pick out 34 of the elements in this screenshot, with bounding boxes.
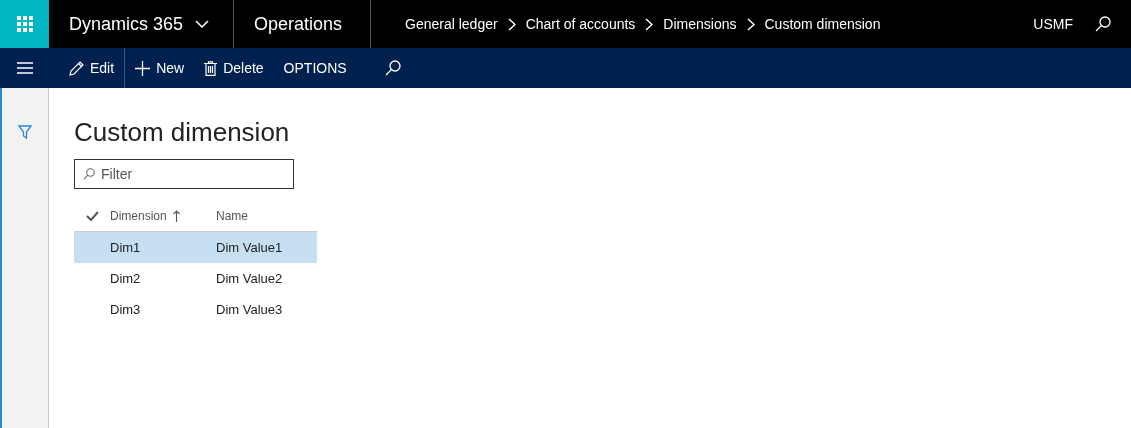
- breadcrumb-link[interactable]: General ledger: [405, 13, 498, 35]
- filter-field[interactable]: Filter: [74, 159, 294, 189]
- table-cell-text: Dim Value2: [216, 269, 284, 288]
- search-icon[interactable]: [384, 60, 401, 76]
- grid-icon: [16, 16, 33, 32]
- chevron-right-icon: [507, 17, 516, 31]
- delete-button[interactable]: Delete: [194, 48, 274, 88]
- plus-icon: [135, 60, 151, 76]
- breadcrumb-link[interactable]: Chart of accounts: [525, 13, 636, 35]
- table-cell-text: Dim2: [110, 269, 142, 288]
- company-label: USMF: [1033, 14, 1074, 34]
- menu-icon[interactable]: [16, 62, 33, 74]
- chevron-right-icon: [746, 17, 755, 31]
- chevron-down-icon: [195, 20, 210, 28]
- trash-icon: [204, 60, 218, 76]
- column-header[interactable]: Name: [216, 207, 317, 225]
- pencil-icon: [69, 60, 84, 76]
- options-button[interactable]: OPTIONS: [273, 48, 357, 88]
- table-row[interactable]: Dim1 Dim Value1: [74, 232, 317, 263]
- table-cell-text: Dim1: [110, 238, 142, 257]
- breadcrumb-link[interactable]: Custom dimension: [764, 13, 881, 35]
- new-button[interactable]: New: [124, 48, 195, 88]
- table-cell-text: Dim Value1: [216, 238, 284, 257]
- search-icon[interactable]: [1095, 16, 1111, 32]
- page-title: Custom dimension: [74, 116, 291, 148]
- breadcrumb-link[interactable]: Dimensions: [663, 13, 737, 35]
- search-icon: [83, 168, 95, 180]
- table-cell-text: Dim3: [110, 300, 142, 319]
- filter-icon[interactable]: [18, 125, 32, 139]
- chevron-right-icon: [645, 17, 654, 31]
- edit-button[interactable]: Edit: [59, 48, 125, 88]
- table-cell-text: Dim Value3: [216, 300, 284, 319]
- checkmark-icon[interactable]: [85, 211, 99, 221]
- column-header[interactable]: Dimension: [110, 207, 216, 225]
